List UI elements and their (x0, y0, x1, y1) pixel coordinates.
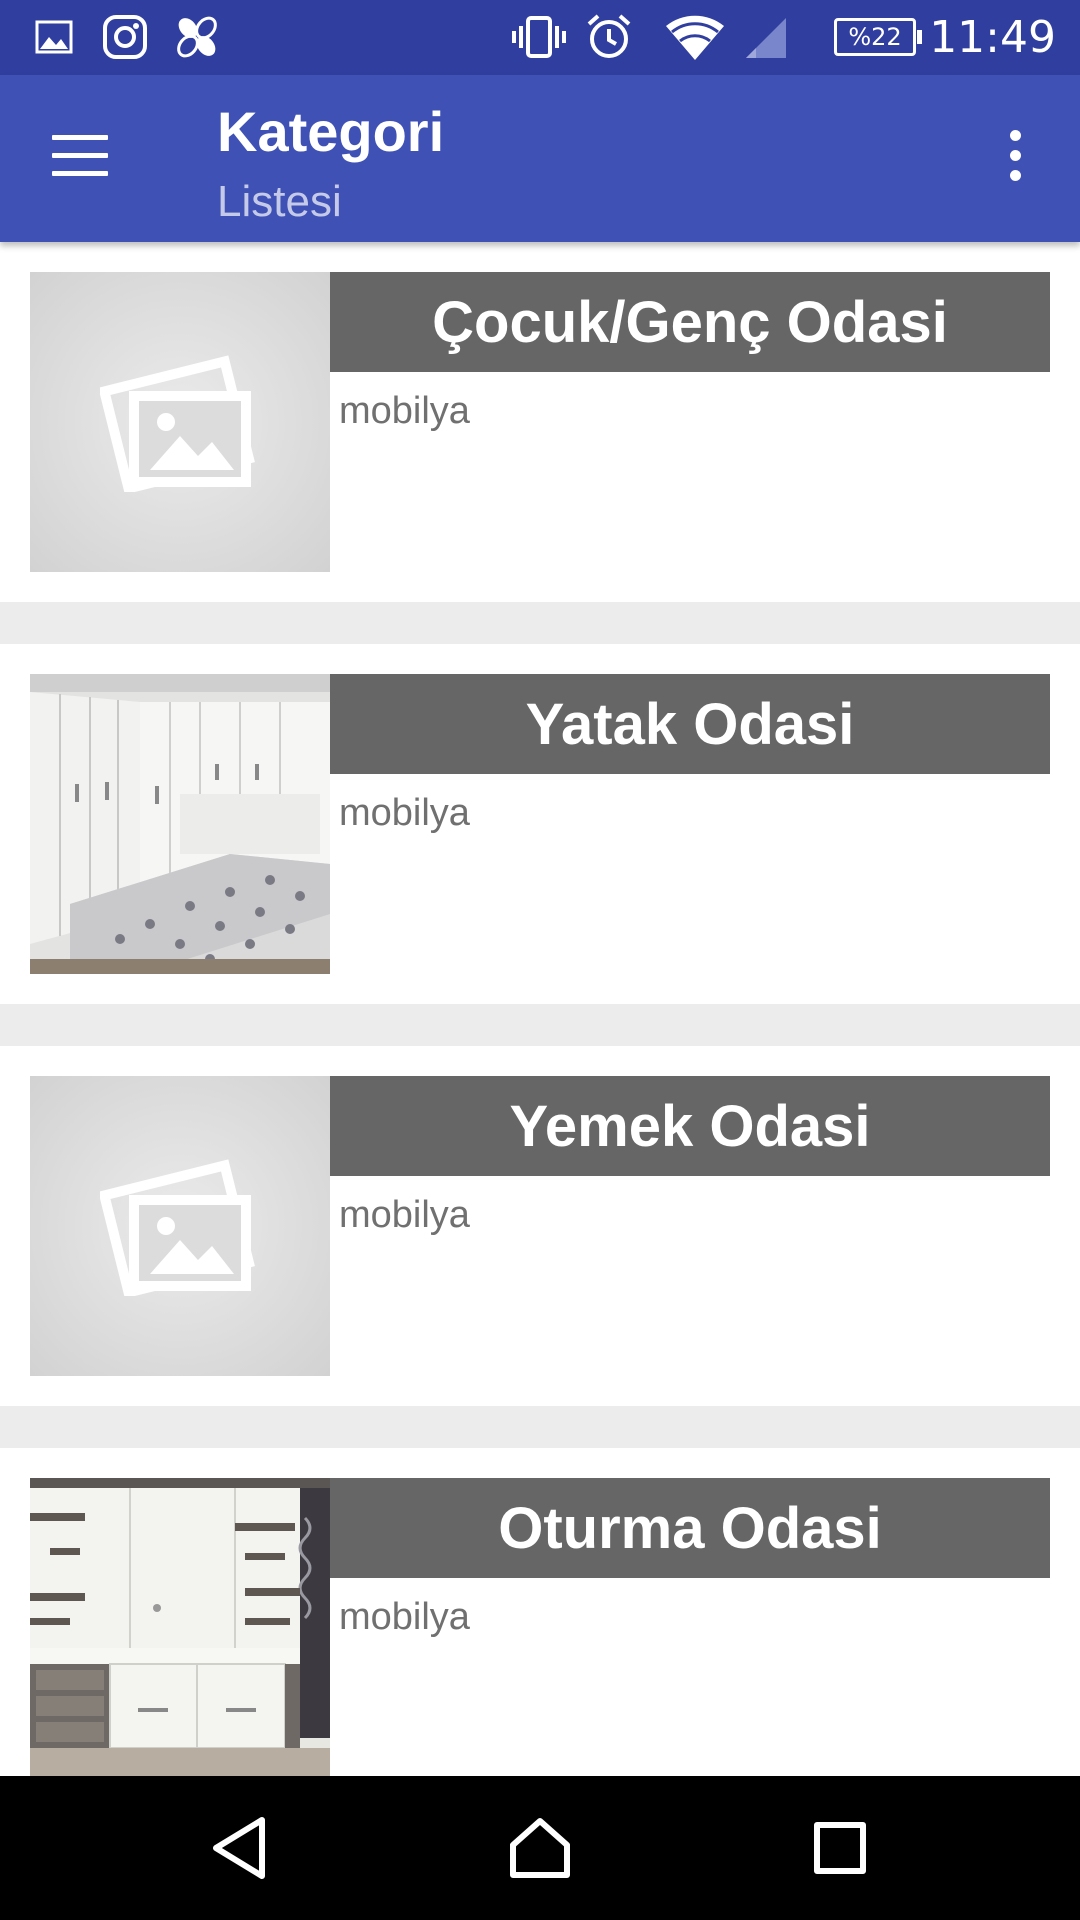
back-icon[interactable] (200, 1808, 280, 1888)
divider (0, 1004, 1080, 1046)
placeholder-image-icon (30, 1076, 330, 1376)
category-title: Oturma Odasi (330, 1478, 1050, 1578)
category-subtitle: mobilya (339, 1194, 470, 1236)
placeholder-image-icon (30, 272, 330, 572)
category-list: Çocuk/Genç Odasi mobilya Yatak Odasi mob… (0, 242, 1080, 1776)
status-bar: %22 11:49 (0, 0, 1080, 75)
more-vert-icon[interactable] (995, 130, 1035, 190)
category-subtitle: mobilya (339, 1596, 470, 1638)
divider (0, 1406, 1080, 1448)
page-title: Kategori (217, 100, 445, 163)
battery-icon: %22 (834, 18, 922, 56)
status-time: 11:49 (929, 12, 1056, 63)
list-item[interactable]: Oturma Odasi mobilya (0, 1448, 1080, 1776)
cell-signal-icon (742, 12, 790, 62)
home-icon[interactable] (500, 1808, 580, 1888)
category-subtitle: mobilya (339, 390, 470, 432)
list-item[interactable]: Yemek Odasi mobilya (0, 1046, 1080, 1406)
vibrate-icon (510, 12, 568, 62)
category-title: Yatak Odasi (330, 674, 1050, 774)
hamburger-icon[interactable] (52, 135, 112, 179)
app-bar: Kategori Listesi (0, 75, 1080, 242)
category-subtitle: mobilya (339, 792, 470, 834)
instagram-icon (102, 12, 148, 62)
list-item[interactable]: Yatak Odasi mobilya (0, 644, 1080, 1004)
category-title: Yemek Odasi (330, 1076, 1050, 1176)
recents-icon[interactable] (800, 1808, 880, 1888)
alarm-icon (584, 12, 634, 62)
category-title: Çocuk/Genç Odasi (330, 272, 1050, 372)
divider (0, 602, 1080, 644)
pinwheel-icon (174, 12, 220, 62)
bedroom-photo (30, 674, 330, 974)
wifi-icon (664, 12, 726, 62)
gallery-icon (34, 12, 74, 62)
list-item[interactable]: Çocuk/Genç Odasi mobilya (0, 242, 1080, 602)
navigation-bar (0, 1776, 1080, 1920)
living-room-photo (30, 1478, 330, 1776)
page-subtitle: Listesi (217, 177, 342, 226)
